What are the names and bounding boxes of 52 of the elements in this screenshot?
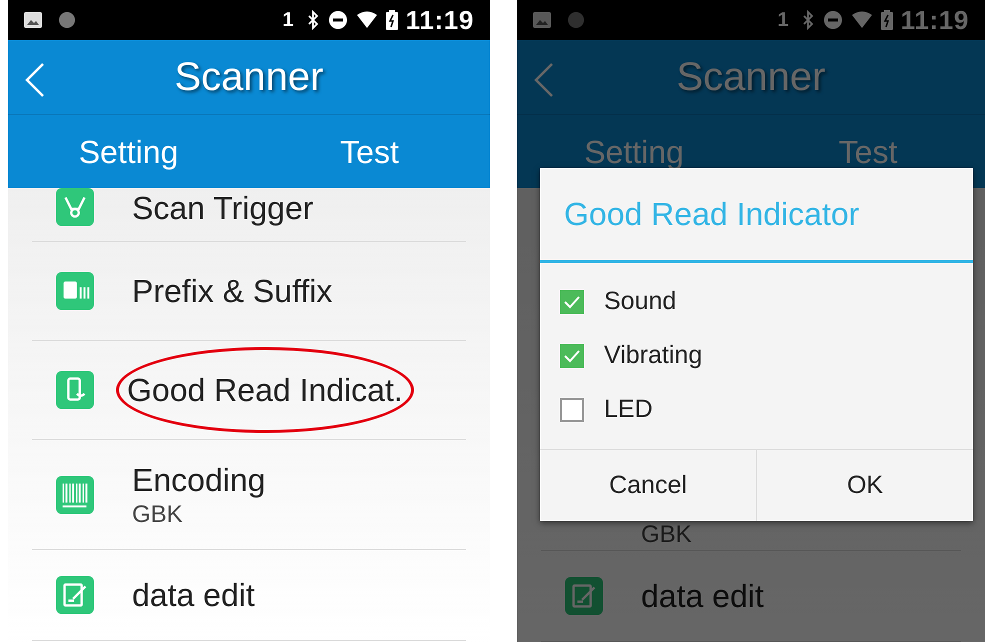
item-subtitle: GBK	[640, 520, 693, 550]
dot-icon	[58, 11, 76, 29]
option-label: Vibrating	[604, 340, 702, 372]
clock-time: 11:19	[900, 4, 969, 36]
back-icon	[24, 62, 46, 98]
edit-icon	[565, 577, 603, 615]
item-title: Encoding	[131, 460, 266, 500]
battery-icon	[386, 10, 398, 30]
edit-icon	[56, 576, 94, 614]
back-icon	[533, 62, 555, 98]
settings-item[interactable]: Prefix & Suffix	[32, 242, 466, 341]
do-not-disturb-icon	[328, 10, 348, 30]
item-title: Good Read Indicat.	[116, 347, 414, 433]
do-not-disturb-icon	[822, 10, 843, 30]
item-title: Prefix & Suffix	[131, 272, 334, 311]
item-title: Scan Trigger	[131, 189, 314, 228]
dialog-title: Good Read Indicator	[564, 195, 860, 234]
checkbox-option[interactable]: LED	[540, 383, 973, 437]
image-icon	[24, 12, 42, 28]
checkbox[interactable]	[560, 398, 584, 422]
battery-icon	[880, 10, 893, 30]
image-icon	[533, 12, 551, 28]
checkbox-option[interactable]: Sound	[540, 275, 973, 329]
screen-title: Scanner	[174, 54, 324, 101]
wifi-icon	[850, 11, 873, 29]
barcode-icon	[56, 476, 94, 514]
checkbox[interactable]	[560, 344, 584, 368]
tab[interactable]: Test	[249, 128, 490, 176]
screen-title: Scanner	[676, 54, 826, 101]
checkbox[interactable]	[560, 290, 584, 314]
settings-item[interactable]: Scan Trigger	[32, 188, 466, 242]
sim-label: 1	[778, 8, 789, 33]
settings-item[interactable]: Good Read Indicat.	[32, 341, 466, 440]
bluetooth-icon	[800, 10, 815, 30]
sim-label: 1	[282, 8, 294, 33]
dot-icon	[567, 11, 585, 29]
tab[interactable]: Setting	[8, 128, 249, 176]
checkbox-option[interactable]: Vibrating	[540, 329, 973, 383]
dialog-button[interactable]: Cancel	[540, 450, 756, 521]
clock-time: 11:19	[406, 4, 474, 36]
bluetooth-icon	[306, 10, 320, 30]
option-label: LED	[604, 394, 653, 426]
settings-item[interactable]: data edit	[32, 550, 466, 641]
item-title: data edit	[640, 577, 765, 616]
wifi-icon	[356, 11, 378, 29]
item-title: data edit	[131, 576, 256, 615]
check-icon	[563, 349, 581, 363]
option-label: Sound	[604, 286, 676, 318]
item-subtitle: GBK	[131, 500, 184, 530]
dialog-button[interactable]: OK	[756, 450, 973, 521]
settings-item[interactable]: Encoding GBK	[32, 440, 466, 550]
check-icon	[563, 295, 581, 309]
